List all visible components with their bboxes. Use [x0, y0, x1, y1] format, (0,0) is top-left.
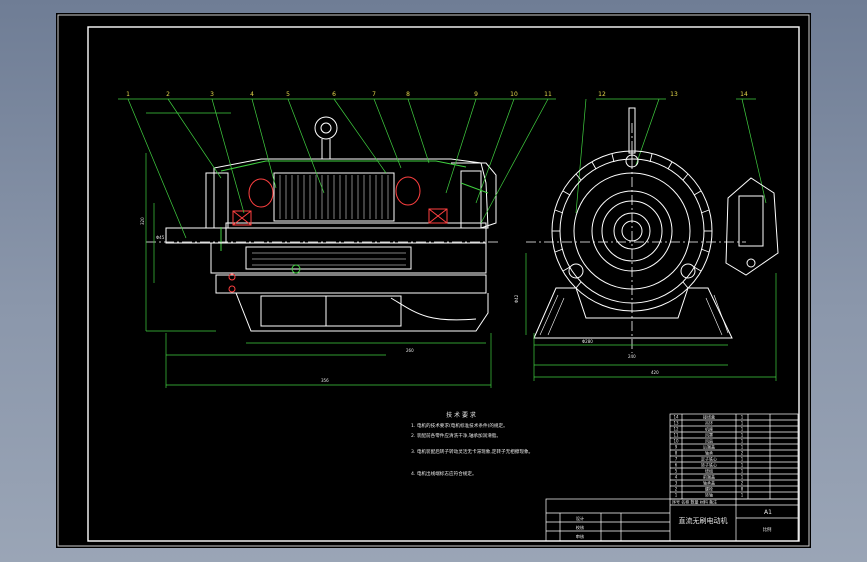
drawer-row: 审核: [576, 533, 585, 540]
bom-qty: 2: [741, 451, 744, 456]
part-balloons: 1 2 3 4 5 6 7 8 9 10 11 12 13 14: [126, 91, 748, 98]
bom-name: 前端盖: [703, 474, 715, 480]
tech-req-heading: 技 术 要 求: [446, 411, 476, 419]
dim-1: Φ45: [156, 235, 165, 240]
bom-no: 9: [675, 445, 678, 450]
bom-qty: 2: [741, 481, 744, 486]
bom-qty: 1: [741, 463, 744, 468]
bom-qty: 1: [741, 469, 744, 474]
dim-6: 356: [321, 378, 329, 383]
bom-no: 7: [675, 457, 678, 462]
balloon-8: 8: [406, 91, 410, 98]
drawer-row: 设计: [576, 515, 584, 522]
balloon-14: 14: [740, 91, 748, 98]
tech-req-line: 2. 装配前各零件应清洗干净,轴承加润滑脂。: [411, 432, 501, 439]
scale-label: 比例: [763, 526, 772, 533]
bom-name: 绕组: [705, 468, 713, 474]
bom-qty: 1: [741, 445, 744, 450]
balloon-3: 3: [210, 91, 214, 98]
bom-no: 8: [675, 451, 678, 456]
bom-name: 风罩: [705, 432, 713, 438]
bom-no: 11: [673, 433, 679, 438]
technical-requirements: 技 术 要 求 1. 电机的技术要求(电机标准技术条件)的规定。 2. 装配前各…: [411, 411, 533, 477]
balloon-1: 1: [126, 91, 130, 98]
tech-req-line: 4. 电机出线端标志应符合规定。: [411, 470, 477, 477]
bom-qty: 8: [741, 487, 744, 492]
dim-3: Φ280: [582, 339, 593, 344]
bom-name: 接线盒: [703, 414, 715, 420]
balloon-13: 13: [670, 91, 678, 98]
bom-no: 4: [675, 475, 678, 480]
balloon-5: 5: [286, 91, 290, 98]
bom-name: 轴承: [705, 450, 713, 456]
balloon-11: 11: [544, 91, 552, 98]
bom-no: 6: [675, 463, 678, 468]
bom-qty: 1: [741, 421, 744, 426]
balloon-10: 10: [510, 91, 518, 98]
balloon-12: 12: [598, 91, 606, 98]
bom-qty: 1: [741, 439, 744, 444]
motor-assembly-drawing: 1 2 3 4 5 6 7 8 9 10 11 12 13 14 Φ45 Φ42…: [57, 14, 810, 547]
balloon-2: 2: [166, 91, 170, 98]
bom-qty: 1: [741, 493, 744, 498]
balloon-9: 9: [474, 91, 478, 98]
balloon-7: 7: [372, 91, 376, 98]
tech-req-line: 3. 电机装配后转子转动灵活无卡滞现象,定转子无相擦现象。: [411, 448, 533, 455]
balloon-6: 6: [332, 91, 336, 98]
bom-no: 2: [675, 487, 678, 492]
dim-8: 420: [651, 370, 659, 375]
bom-no: 3: [675, 481, 678, 486]
bom-no: 1: [675, 493, 678, 498]
bom-no: 5: [675, 469, 678, 474]
bom-qty: 1: [741, 475, 744, 480]
bom-qty: 1: [741, 415, 744, 420]
drawing-title: 直流无刷电动机: [679, 516, 728, 525]
bom-no: 12: [673, 427, 679, 432]
title-block-header: 序号 名称 数量 材料 备注: [672, 499, 717, 505]
bom-no: 14: [673, 415, 679, 420]
dim-7: 260: [406, 348, 414, 353]
tech-req-line: 1. 电机的技术要求(电机标准技术条件)的规定。: [411, 422, 508, 429]
bom-name: 后端盖: [703, 444, 715, 450]
bom-no: 10: [673, 439, 679, 444]
sheet-size: A1: [764, 509, 772, 516]
end-view: [525, 107, 779, 381]
bom-qty: 1: [741, 457, 744, 462]
bom-name: 轴承盖: [703, 480, 715, 486]
bom-name: 定子铁心: [701, 456, 717, 462]
dim-4: 240: [628, 354, 636, 359]
parts-list: [545, 413, 799, 542]
dim-2: Φ42: [514, 294, 519, 303]
bom-name: 转子铁心: [701, 462, 717, 468]
bom-name: 风扇: [705, 438, 713, 444]
bom-qty: 1: [741, 433, 744, 438]
bom-qty: 1: [741, 427, 744, 432]
drawing-sheet: 1 2 3 4 5 6 7 8 9 10 11 12 13 14 Φ45 Φ42…: [56, 13, 811, 548]
bom-name: 螺栓: [705, 486, 713, 492]
bom-name: 吊环: [705, 421, 713, 426]
parts-list-text: 14 接线盒 1 13 吊环 1 12 机座 1 11 风罩 1 10 风扇 1…: [576, 414, 772, 541]
balloon-4: 4: [250, 91, 254, 98]
bom-name: 机座: [705, 426, 713, 432]
bom-name: 转轴: [705, 492, 713, 498]
sectional-view: [145, 112, 501, 388]
drawer-row: 校核: [576, 524, 585, 531]
bom-no: 13: [673, 421, 679, 426]
dim-5: 320: [140, 217, 145, 225]
